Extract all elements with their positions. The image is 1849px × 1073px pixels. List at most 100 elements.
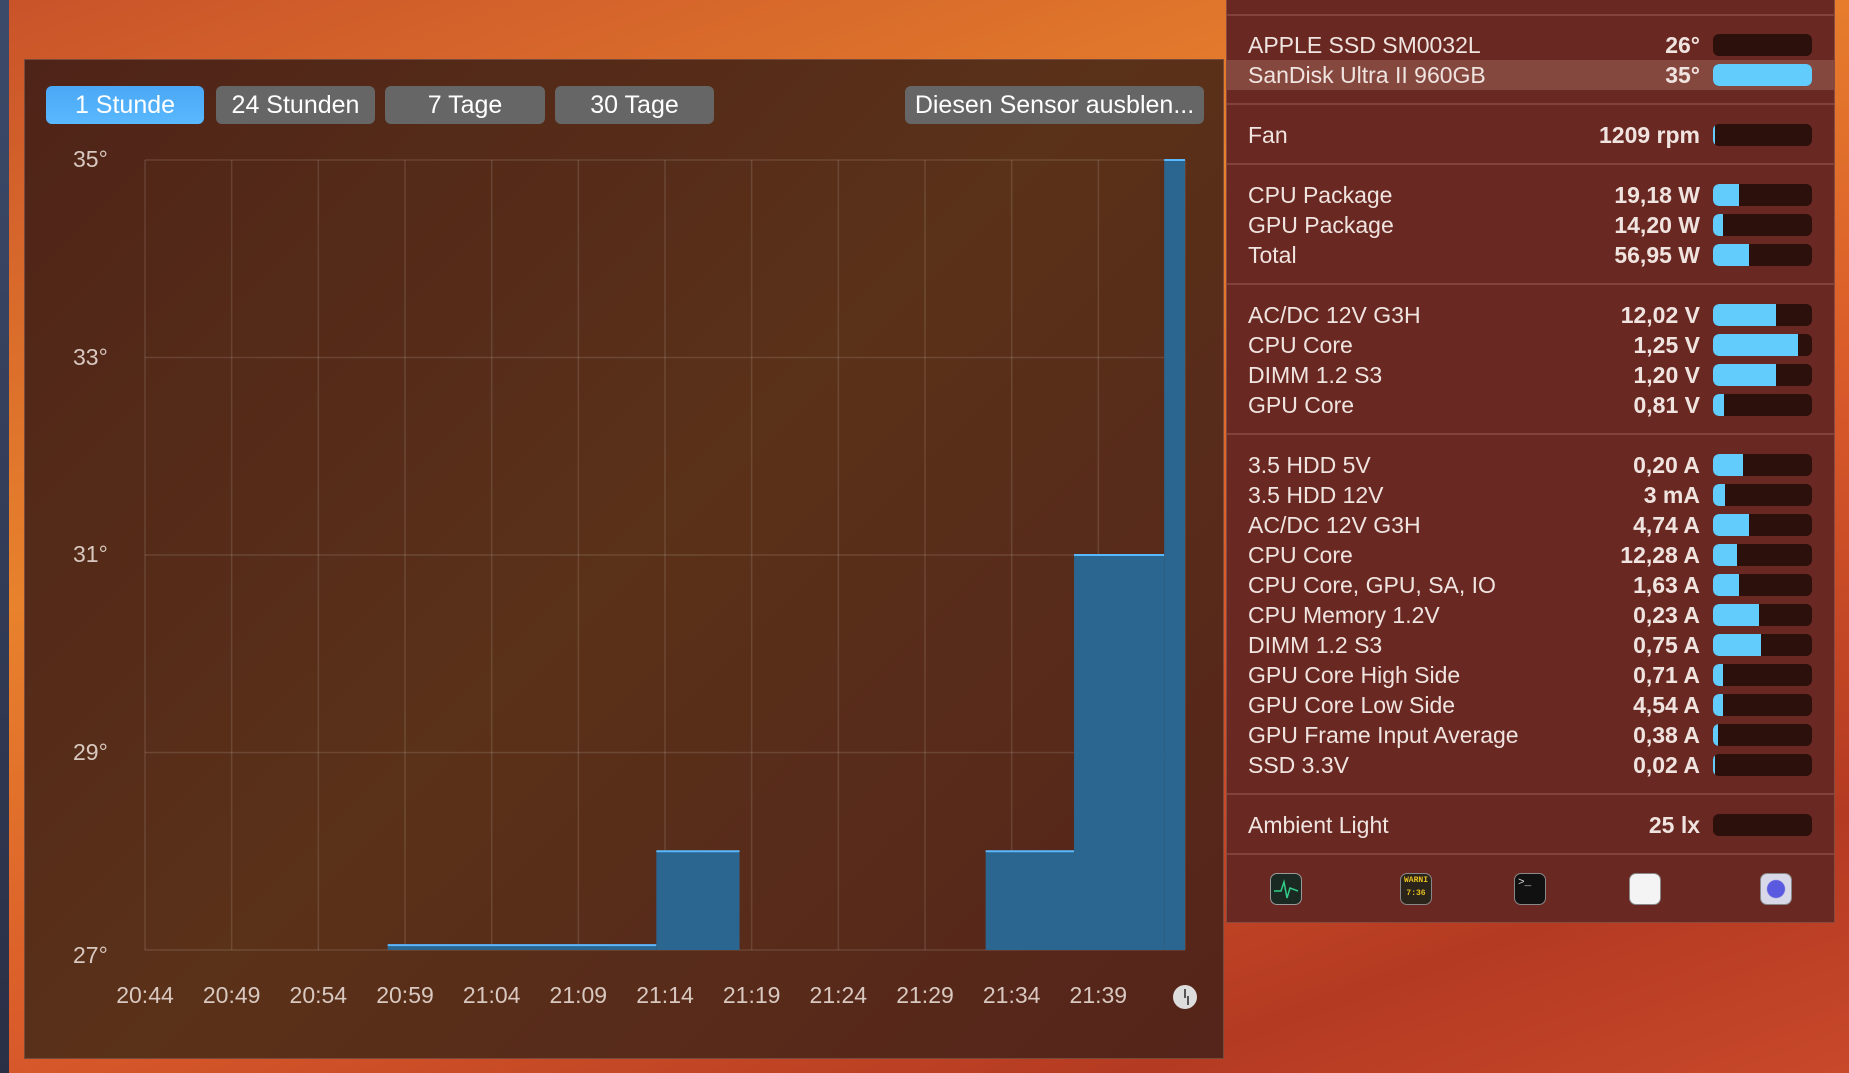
sensor-value: 0,02 A xyxy=(1633,752,1700,778)
sensor-row[interactable]: CPU Core 1,25 V xyxy=(1227,330,1834,360)
sensor-bar xyxy=(1713,34,1812,56)
sensor-bar xyxy=(1713,214,1812,236)
sensor-bar xyxy=(1713,814,1812,836)
sensor-value: 35° xyxy=(1665,62,1700,88)
sensor-row[interactable]: CPU Package 19,18 W xyxy=(1227,180,1834,210)
sensor-value: 14,20 W xyxy=(1614,212,1700,238)
sensor-row[interactable]: DIMM 1.2 S3 0,75 A xyxy=(1227,630,1834,660)
sensor-row[interactable]: GPU Core Low Side 4,54 A xyxy=(1227,690,1834,720)
sensor-bar xyxy=(1713,184,1812,206)
sensor-row[interactable]: 3.5 HDD 5V 0,20 A xyxy=(1227,450,1834,480)
sensor-value: 1209 rpm xyxy=(1598,122,1700,148)
sensor-value: 1,63 A xyxy=(1633,572,1700,598)
sensor-value: 0,71 A xyxy=(1633,662,1700,688)
activity-monitor-icon[interactable] xyxy=(1270,873,1302,905)
sensor-row[interactable]: GPU Core High Side 0,71 A xyxy=(1227,660,1834,690)
sensor-label: AC/DC 12V G3H xyxy=(1248,302,1421,328)
istat-icon[interactable] xyxy=(1760,873,1792,905)
sensor-row[interactable]: Fan 1209 rpm xyxy=(1227,120,1834,150)
sensor-row[interactable]: DIMM 1.2 S3 1,20 V xyxy=(1227,360,1834,390)
sensor-value: 3 mA xyxy=(1643,482,1700,508)
sensor-bar-fill xyxy=(1713,724,1718,746)
sensor-bar-fill xyxy=(1713,634,1761,656)
heartbeat-glyph xyxy=(1274,879,1299,899)
area-segment xyxy=(985,851,1075,950)
terminal-icon[interactable]: >_ xyxy=(1514,873,1546,905)
sensor-bar-fill xyxy=(1713,64,1812,86)
sensor-row[interactable]: CPU Core 12,28 A xyxy=(1227,540,1834,570)
sensor-value: 0,23 A xyxy=(1633,602,1700,628)
x-tick-label: 20:49 xyxy=(202,982,261,1008)
sensor-bar-fill xyxy=(1713,184,1739,206)
sensor-row[interactable]: CPU Memory 1.2V 0,23 A xyxy=(1227,600,1834,630)
y-tick-label: 29° xyxy=(73,738,108,765)
sensor-bar xyxy=(1713,634,1812,656)
y-tick-label: 33° xyxy=(73,343,108,370)
system-information-icon[interactable] xyxy=(1629,873,1661,905)
sensor-value: 12,28 A xyxy=(1620,542,1700,568)
separator xyxy=(1227,853,1834,855)
console-icon[interactable]: WARNI 7:36 xyxy=(1400,873,1432,905)
sensor-bar xyxy=(1713,604,1812,626)
x-tick-label: 21:39 xyxy=(1069,982,1128,1008)
sensor-bar xyxy=(1713,364,1812,386)
sensor-history-window: 1 Stunde 24 Stunden 7 Tage 30 Tage Diese… xyxy=(24,59,1224,1059)
separator xyxy=(1227,14,1834,16)
sensor-bar-fill xyxy=(1713,454,1743,476)
sensor-label: Ambient Light xyxy=(1248,812,1389,838)
x-tick-label: 20:59 xyxy=(376,982,434,1008)
sensor-label: CPU Memory 1.2V xyxy=(1248,602,1440,628)
y-tick-label: 31° xyxy=(73,541,108,567)
sensor-row[interactable]: Total 56,95 W xyxy=(1227,240,1834,270)
sensor-row[interactable]: APPLE SSD SM0032L 26° xyxy=(1227,30,1834,60)
sensor-row[interactable]: Ambient Light 25 lx xyxy=(1227,810,1834,840)
sensor-bar-fill xyxy=(1713,574,1739,596)
clock-icon[interactable] xyxy=(1173,985,1197,1009)
sensor-row[interactable]: SSD 3.3V 0,02 A xyxy=(1227,750,1834,780)
sensor-row[interactable]: GPU Package 14,20 W xyxy=(1227,210,1834,240)
sensor-label: GPU Core xyxy=(1248,392,1355,418)
sensor-value: 0,20 A xyxy=(1633,452,1700,478)
sensor-bar xyxy=(1713,454,1812,476)
sensor-row[interactable]: SanDisk Ultra II 960GB 35° xyxy=(1227,60,1834,90)
sensor-bar-fill xyxy=(1713,484,1725,506)
sensor-label: SSD 3.3V xyxy=(1248,752,1349,778)
sensor-bar-fill xyxy=(1713,304,1777,326)
desktop-edge xyxy=(0,0,9,1073)
sensor-value: 19,18 W xyxy=(1614,182,1700,208)
sensor-value: 4,54 A xyxy=(1633,692,1700,718)
sensor-label: 3.5 HDD 5V xyxy=(1248,452,1371,478)
sensor-bar xyxy=(1713,754,1812,776)
sensor-row[interactable]: AC/DC 12V G3H 12,02 V xyxy=(1227,300,1834,330)
sensor-row[interactable]: 3.5 HDD 12V 3 mA xyxy=(1227,480,1834,510)
y-tick-label: 27° xyxy=(73,942,108,968)
sensor-bar-fill xyxy=(1713,124,1715,146)
x-tick-label: 20:54 xyxy=(289,982,348,1008)
x-tick-label: 21:09 xyxy=(549,982,608,1008)
sensor-label: CPU Package xyxy=(1248,182,1393,208)
sensor-bar xyxy=(1713,244,1812,266)
sensor-row[interactable]: CPU Core, GPU, SA, IO 1,63 A xyxy=(1227,570,1834,600)
sensor-value: 0,75 A xyxy=(1633,632,1700,658)
console-icon-text: WARNI 7:36 xyxy=(1403,876,1428,898)
sensor-row[interactable]: GPU Core 0,81 V xyxy=(1227,390,1834,420)
sensor-bar-fill xyxy=(1713,694,1723,716)
sensor-bar-fill xyxy=(1713,544,1737,566)
sensor-label: AC/DC 12V G3H xyxy=(1248,512,1421,538)
area-segment xyxy=(1164,160,1185,950)
sensor-label: GPU Core Low Side xyxy=(1248,692,1456,718)
sensor-bar xyxy=(1713,544,1812,566)
sensor-bar xyxy=(1713,64,1812,86)
sensor-row[interactable]: AC/DC 12V G3H 4,74 A xyxy=(1227,510,1834,540)
area-segment xyxy=(656,851,740,950)
sensor-label: Total xyxy=(1248,242,1297,268)
sensor-label: CPU Core xyxy=(1248,542,1353,568)
separator xyxy=(1227,433,1834,435)
sensor-row[interactable]: GPU Frame Input Average 0,38 A xyxy=(1227,720,1834,750)
sensor-value: 56,95 W xyxy=(1614,242,1700,268)
sensor-list-panel: APPLE SSD SM0032L 26° SanDisk Ultra II 9… xyxy=(1226,0,1835,923)
sensor-value: 4,74 A xyxy=(1633,512,1700,538)
sensor-bar xyxy=(1713,694,1812,716)
x-tick-label: 21:34 xyxy=(982,982,1041,1008)
sensor-value: 1,25 V xyxy=(1633,332,1701,358)
